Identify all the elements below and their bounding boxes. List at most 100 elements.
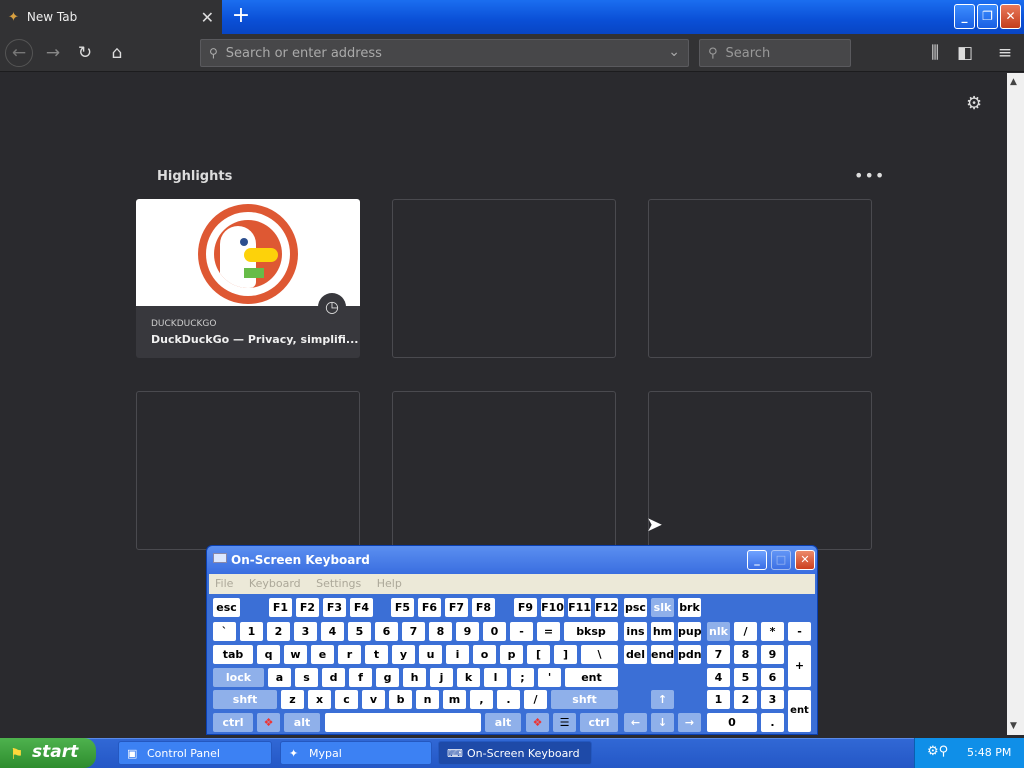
key[interactable]: F9	[514, 598, 537, 617]
key[interactable]: 0	[483, 622, 506, 641]
key[interactable]: u	[419, 645, 442, 664]
home-button[interactable]: ⌂	[102, 34, 132, 72]
key[interactable]: [	[527, 645, 550, 664]
context-menu-key-icon[interactable]: ☰	[553, 713, 576, 732]
key[interactable]: esc	[213, 598, 240, 617]
key[interactable]: del	[624, 645, 647, 664]
key[interactable]: psc	[624, 598, 647, 617]
restore-button[interactable]: ❐	[977, 4, 998, 29]
arrow-down-key[interactable]: ↓	[651, 713, 674, 732]
key[interactable]: alt	[485, 713, 521, 732]
key[interactable]: c	[335, 690, 358, 709]
key[interactable]: ent	[565, 668, 618, 687]
key[interactable]: h	[403, 668, 426, 687]
key[interactable]: ent	[788, 690, 811, 732]
reload-button[interactable]: ↻	[70, 34, 100, 72]
key[interactable]: 6	[761, 668, 784, 687]
key[interactable]: g	[376, 668, 399, 687]
highlight-card-duckduckgo[interactable]: ◷ DUCKDUCKGO DuckDuckGo — Privacy, simpl…	[136, 199, 360, 358]
key[interactable]: o	[473, 645, 496, 664]
key[interactable]: 9	[456, 622, 479, 641]
osk-title-bar[interactable]: On-Screen Keyboard _ □ ✕	[207, 546, 817, 574]
key[interactable]: 0	[707, 713, 757, 732]
key[interactable]: f	[349, 668, 372, 687]
key[interactable]: l	[484, 668, 507, 687]
key[interactable]: '	[538, 668, 561, 687]
key[interactable]: shft	[213, 690, 277, 709]
scrollbar[interactable]: ▲ ▼	[1007, 73, 1024, 735]
key[interactable]: ;	[511, 668, 534, 687]
key[interactable]: j	[430, 668, 453, 687]
key[interactable]: 1	[240, 622, 263, 641]
key[interactable]: e	[311, 645, 334, 664]
key[interactable]: F3	[323, 598, 346, 617]
key[interactable]: -	[788, 622, 811, 641]
key[interactable]: 2	[267, 622, 290, 641]
key[interactable]: 9	[761, 645, 784, 664]
key[interactable]: 3	[294, 622, 317, 641]
key[interactable]: alt	[284, 713, 320, 732]
menu-file[interactable]: File	[215, 577, 233, 590]
key[interactable]: F4	[350, 598, 373, 617]
scroll-down-icon[interactable]: ▼	[1010, 721, 1017, 731]
key[interactable]: 1	[707, 690, 730, 709]
library-icon[interactable]: ⫼	[920, 34, 950, 72]
key[interactable]: 2	[734, 690, 757, 709]
key[interactable]: 8	[734, 645, 757, 664]
close-tab-icon[interactable]: ✕	[201, 8, 214, 27]
key[interactable]: pup	[678, 622, 702, 641]
key[interactable]: .	[497, 690, 520, 709]
close-button[interactable]: ✕	[1000, 4, 1021, 29]
menu-help[interactable]: Help	[377, 577, 402, 590]
tab-new-tab[interactable]: ✦ New Tab ✕	[0, 0, 222, 34]
menu-settings[interactable]: Settings	[316, 577, 361, 590]
search-bar[interactable]: ⚲ Search	[699, 39, 851, 67]
scroll-up-icon[interactable]: ▲	[1010, 77, 1017, 87]
key[interactable]: `	[213, 622, 236, 641]
key[interactable]: lock	[213, 668, 264, 687]
key[interactable]: w	[284, 645, 307, 664]
key[interactable]: 7	[707, 645, 730, 664]
chevron-down-icon[interactable]: ⌄	[668, 44, 680, 60]
key[interactable]: d	[322, 668, 345, 687]
key[interactable]: F2	[296, 598, 319, 617]
key[interactable]: tab	[213, 645, 253, 664]
key[interactable]: slk	[651, 598, 674, 617]
highlights-more-button[interactable]: •••	[854, 166, 885, 185]
key[interactable]: F11	[568, 598, 591, 617]
taskbar-item-control-panel[interactable]: ▣ Control Panel	[118, 741, 272, 765]
key[interactable]: F5	[391, 598, 414, 617]
key[interactable]: end	[651, 645, 674, 664]
key[interactable]: a	[268, 668, 291, 687]
key[interactable]: -	[510, 622, 533, 641]
key[interactable]: 5	[734, 668, 757, 687]
key[interactable]: =	[537, 622, 560, 641]
key[interactable]: ,	[470, 690, 493, 709]
key[interactable]: 5	[348, 622, 371, 641]
taskbar-item-on-screen-keyboard[interactable]: ⌨ On-Screen Keyboard	[438, 741, 592, 765]
key[interactable]: t	[365, 645, 388, 664]
key[interactable]: F6	[418, 598, 441, 617]
on-screen-keyboard-window[interactable]: On-Screen Keyboard _ □ ✕ File Keyboard S…	[206, 545, 818, 735]
key[interactable]: F1	[269, 598, 292, 617]
windows-key-icon[interactable]: ❖	[257, 713, 280, 732]
key[interactable]: n	[416, 690, 439, 709]
key[interactable]: hm	[651, 622, 674, 641]
key[interactable]: 4	[707, 668, 730, 687]
key[interactable]: F12	[595, 598, 618, 617]
key[interactable]: q	[257, 645, 280, 664]
key[interactable]: x	[308, 690, 331, 709]
osk-close-button[interactable]: ✕	[795, 550, 815, 570]
key[interactable]: *	[761, 622, 784, 641]
arrow-left-key[interactable]: ←	[624, 713, 647, 732]
new-tab-button[interactable]: +	[230, 4, 252, 28]
arrow-right-key[interactable]: →	[678, 713, 701, 732]
key[interactable]: 8	[429, 622, 452, 641]
forward-button[interactable]: →	[38, 34, 68, 72]
key[interactable]: ]	[554, 645, 577, 664]
key[interactable]: k	[457, 668, 480, 687]
key[interactable]: ctrl	[580, 713, 618, 732]
key[interactable]: ins	[624, 622, 647, 641]
key[interactable]: s	[295, 668, 318, 687]
key[interactable]: bksp	[564, 622, 618, 641]
